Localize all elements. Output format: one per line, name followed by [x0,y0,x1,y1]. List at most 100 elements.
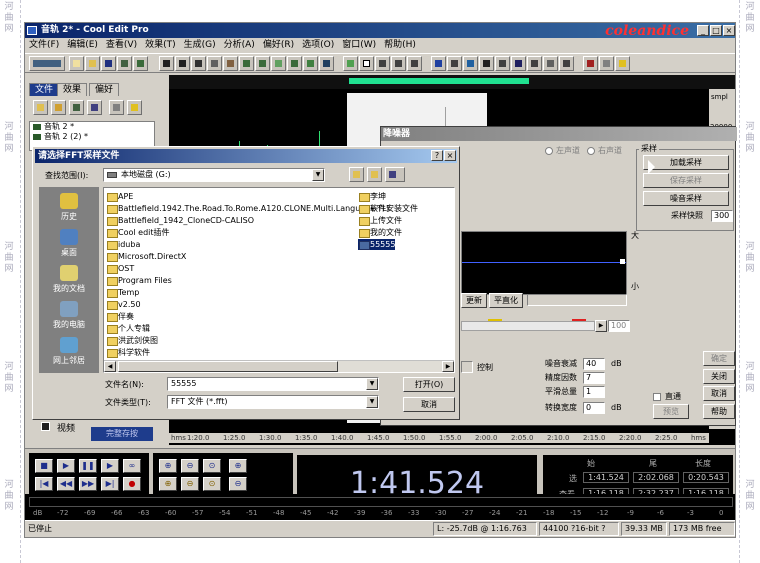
precision-field[interactable]: 7 [583,372,605,384]
sel-length-value[interactable]: 0:20.543 [683,472,729,483]
folder-item[interactable]: Battlefield_1942_CloneCD-CALISO [106,215,254,226]
pause-button[interactable]: ❚❚ [79,459,97,473]
toolbar-tool-19[interactable] [543,56,558,71]
organizer-help-button[interactable] [127,100,142,115]
folder-item[interactable]: APE [106,191,133,202]
flatten-button[interactable]: 平直化 [489,293,523,308]
folder-item[interactable]: 李坤 [358,191,386,202]
zoom-selection-icon[interactable]: ⊕ [159,477,177,491]
menu-window[interactable]: 窗口(W) [338,38,380,52]
sel-end-value[interactable]: 2:02.068 [633,472,679,483]
ok-button[interactable]: 确定 [703,351,735,366]
close-dialog-button[interactable]: 关闭 [703,369,735,384]
toolbar-tool-8[interactable] [359,56,374,71]
overview-bar[interactable] [169,75,735,89]
folder-item[interactable]: 科学软件 [106,347,150,358]
organizer-close-button[interactable] [51,100,66,115]
folder-item[interactable]: 洪武剑侠图 [106,335,158,346]
zoom-full-icon[interactable]: ⊙ [203,459,221,473]
organizer-open-button[interactable] [33,100,48,115]
folder-item[interactable]: 个人专辑 [106,323,150,334]
right-channel-radio[interactable] [587,147,595,155]
toolbar-tool-14[interactable] [463,56,478,71]
folder-item[interactable]: Microsoft.DirectX [106,251,186,262]
graph-handle[interactable] [620,259,625,264]
up-folder-button[interactable] [349,167,364,182]
zoom-right-icon[interactable]: ⊙ [203,477,221,491]
organizer-insert-button[interactable] [69,100,84,115]
toolbar-tool-20[interactable] [559,56,574,71]
organizer-bottom-button[interactable]: 完整存按 [91,427,153,441]
snapshot-field[interactable]: 300 [711,210,733,222]
toolbar-tool-18[interactable] [527,56,542,71]
toolbar-mode-button[interactable] [29,56,65,71]
rewind-button[interactable]: ◀◀ [57,477,75,491]
open-dialog-help-button[interactable]: ? [431,150,443,161]
save-sample-button[interactable]: 保存采样 [643,173,729,188]
folder-item[interactable]: v2.50 [106,299,141,310]
minimize-button[interactable]: _ [697,25,709,36]
toolbar-tool-11[interactable] [407,56,422,71]
reduce-slider-track[interactable] [461,319,595,331]
toolbar-open-button[interactable] [85,56,100,71]
toolbar-paste-button[interactable] [223,56,238,71]
organizer-edit-button[interactable] [87,100,102,115]
toolbar-tool-21[interactable] [583,56,598,71]
folder-item[interactable]: Temp [106,287,139,298]
toolbar-tool-12[interactable] [431,56,446,71]
open-button[interactable]: 打开(O) [403,377,455,392]
menu-effects[interactable]: 效果(T) [141,38,180,52]
toolbar-tool-17[interactable] [511,56,526,71]
toolbar-tool-4[interactable] [287,56,302,71]
folder-item[interactable]: Program Files [106,275,172,286]
new-folder-button[interactable] [367,167,382,182]
play-button[interactable]: ▶ [57,459,75,473]
folder-item[interactable]: Battlefield.1942.The.Road.To.Rome.A120.C… [106,203,391,214]
play-to-end-button[interactable]: ▶ [101,459,119,473]
menu-help[interactable]: 帮助(H) [380,38,420,52]
video-tab[interactable]: 视频 [57,421,75,434]
toolbar-tool-5[interactable] [303,56,318,71]
toolbar-copy-button[interactable] [207,56,222,71]
filename-combo[interactable]: 55555 ▼ [167,377,379,391]
toolbar-save-button[interactable] [101,56,116,71]
toolbar-redo-button[interactable] [175,56,190,71]
chevron-down-icon[interactable]: ▼ [312,169,324,181]
toolbar-help-button[interactable] [615,56,630,71]
folder-item[interactable]: 伴奏 [106,311,134,322]
toolbar-tool-16[interactable] [495,56,510,71]
stop-button[interactable]: ■ [35,459,53,473]
folder-item[interactable]: iduba [106,239,140,250]
refresh-button[interactable]: 更新 [461,293,487,308]
scroll-left-button[interactable]: ◀ [104,361,116,372]
bypass-checkbox[interactable] [653,393,661,401]
toolbar-tool-7[interactable] [343,56,358,71]
slider-spin-button[interactable]: ▶ [595,320,607,332]
list-item[interactable]: 音轨 2 (2) * [30,132,154,142]
forward-button[interactable]: ▶▶ [79,477,97,491]
open-dialog-close-button[interactable]: × [444,150,456,161]
folder-item[interactable]: 我的文件 [358,227,402,238]
record-button[interactable]: ● [123,477,141,491]
toolbar-tool-10[interactable] [391,56,406,71]
horizontal-scrollbar[interactable]: ◀ ▶ [104,360,454,372]
video-tab-icon[interactable] [41,422,50,431]
zoom-out-icon[interactable]: ⊖ [181,459,199,473]
menu-file[interactable]: 文件(F) [25,38,63,52]
zoom-in-icon[interactable]: ⊕ [159,459,177,473]
folder-item[interactable]: 软件安装文件 [358,203,418,214]
tab-favorites[interactable]: 偏好 [89,83,120,96]
cancel-button[interactable]: 取消 [403,397,455,412]
organizer-play-button[interactable] [109,100,124,115]
toolbar-tool-13[interactable] [447,56,462,71]
noise-reduce-field[interactable]: 40 [583,358,605,370]
menu-options[interactable]: 选项(O) [298,38,338,52]
lookin-combo[interactable]: 本地磁盘 (G:) ▼ [103,168,325,182]
menu-edit[interactable]: 编辑(E) [63,38,102,52]
toolbar-undo-button[interactable] [159,56,174,71]
toolbar-tool-2[interactable] [255,56,270,71]
slider-value-field[interactable]: 100 [608,320,630,332]
place-desktop[interactable]: 桌面 [39,229,99,258]
chevron-down-icon[interactable]: ▼ [366,378,378,390]
menu-view[interactable]: 查看(V) [102,38,141,52]
